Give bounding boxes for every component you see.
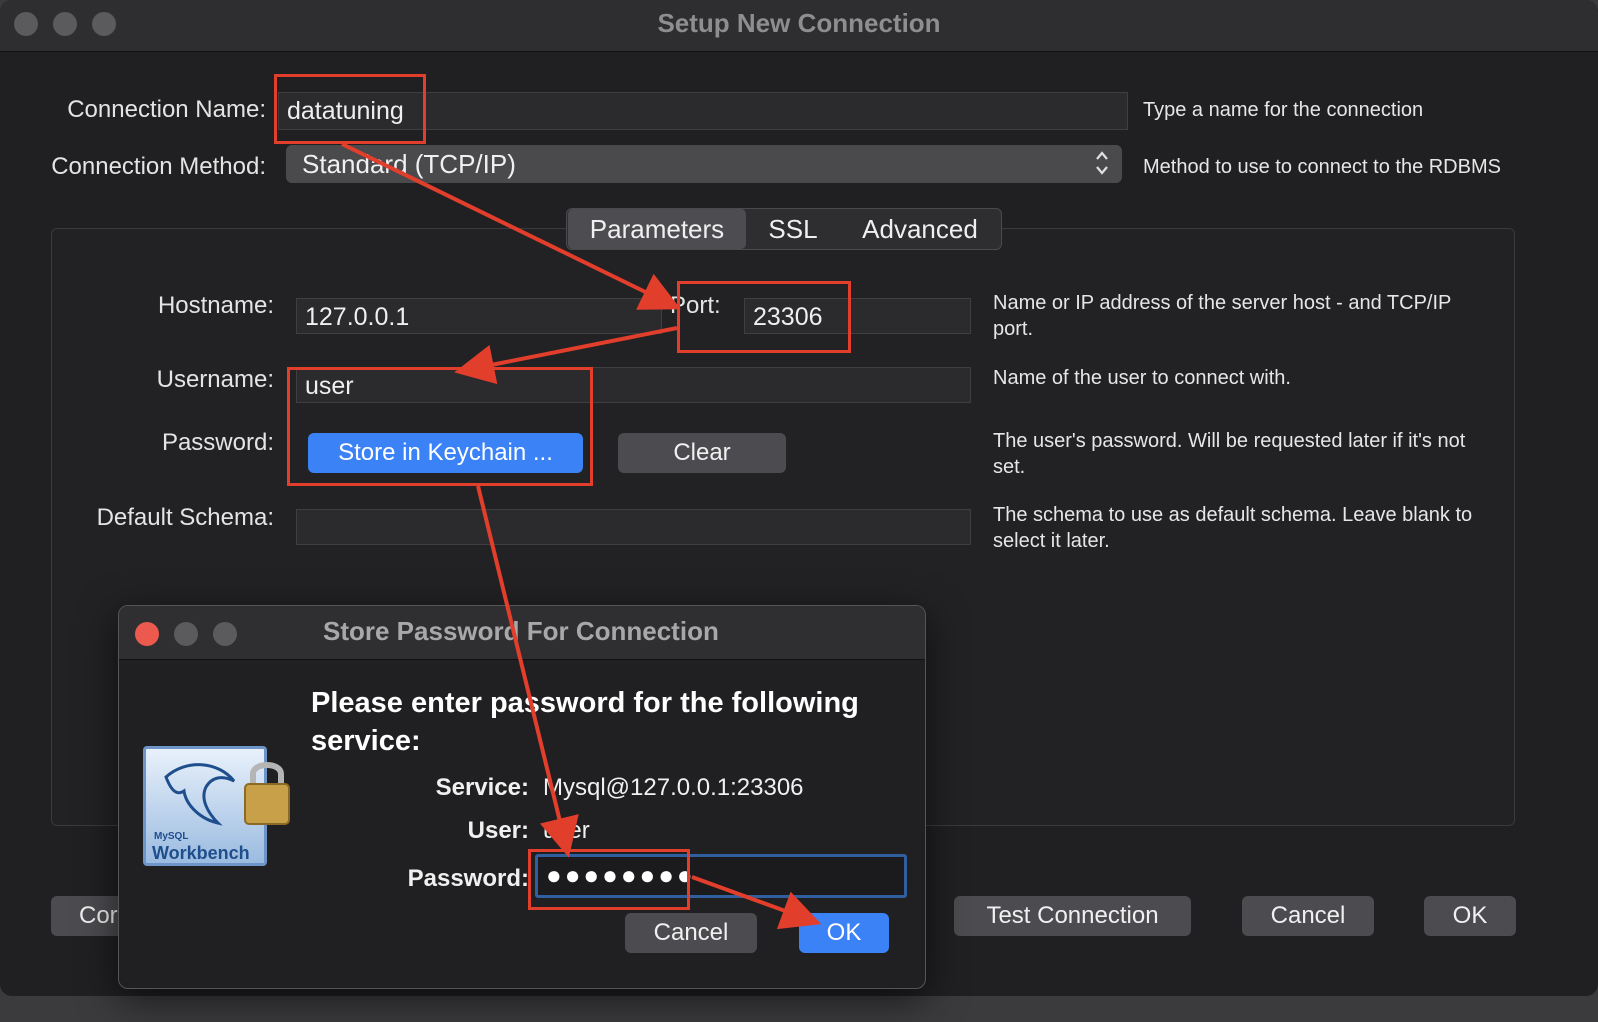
annotation-box-connection-name [274,74,426,144]
password-help: The user's password. Will be requested l… [993,430,1466,478]
hostname-label: Hostname: [157,292,274,319]
dialog-title: Store Password For Connection [323,616,719,646]
lock-icon [244,762,290,825]
user-label: User: [467,817,529,844]
test-connection-button[interactable]: Test Connection [954,896,1191,936]
dialog-zoom-button[interactable] [213,622,237,646]
connection-name-label: Connection Name: [67,96,266,123]
dialog-ok-button[interactable]: OK [799,913,889,953]
tab-bar: Parameters SSL Advanced [566,208,1002,250]
connection-method-label: Connection Method: [51,153,266,180]
service-value: Mysql@127.0.0.1:23306 [543,774,804,801]
password-label: Password: [161,429,274,456]
user-value: user [543,817,590,844]
dolphin-logo-icon [164,763,236,826]
default-schema-input[interactable] [296,509,971,545]
connection-method-help: Method to use to connect to the RDBMS [1143,156,1501,178]
annotation-box-keychain [287,367,593,486]
annotation-box-password [528,849,690,910]
logo-small-text: MySQL [154,831,189,842]
connection-name-help: Type a name for the connection [1143,99,1424,121]
hostname-help: Name or IP address of the server host - … [993,292,1451,340]
tab-ssl[interactable]: SSL [749,209,837,249]
title-bar: Setup New Connection [0,0,1598,52]
window-title: Setup New Connection [657,8,941,38]
tab-parameters[interactable]: Parameters [568,209,746,249]
connection-method-select[interactable]: Standard (TCP/IP) [286,145,1122,183]
ok-button[interactable]: OK [1424,896,1516,936]
service-label: Service: [435,774,529,801]
dialog-heading: Please enter password for the following … [311,687,859,757]
cancel-button[interactable]: Cancel [1242,896,1374,936]
background-strip [0,996,1598,1022]
default-schema-help: The schema to use as default schema. Lea… [993,504,1473,552]
annotation-box-port [677,281,851,353]
dialog-title-bar: Store Password For Connection [119,606,925,660]
clear-password-button[interactable]: Clear [618,433,786,473]
username-help: Name of the user to connect with. [993,367,1291,389]
dialog-cancel-button[interactable]: Cancel [625,913,757,953]
tab-advanced[interactable]: Advanced [841,209,999,249]
dialog-minimize-button[interactable] [174,622,198,646]
store-password-dialog: Store Password For Connection MySQL Work… [118,605,926,989]
up-down-chevron-icon [1094,149,1110,180]
default-schema-label: Default Schema: [96,504,274,531]
hostname-input[interactable]: 127.0.0.1 [296,298,662,334]
dialog-password-label: Password: [407,865,529,892]
connection-method-value: Standard (TCP/IP) [302,149,516,179]
dialog-close-button[interactable] [135,622,159,646]
username-label: Username: [156,366,274,393]
logo-text: Workbench [152,843,250,863]
